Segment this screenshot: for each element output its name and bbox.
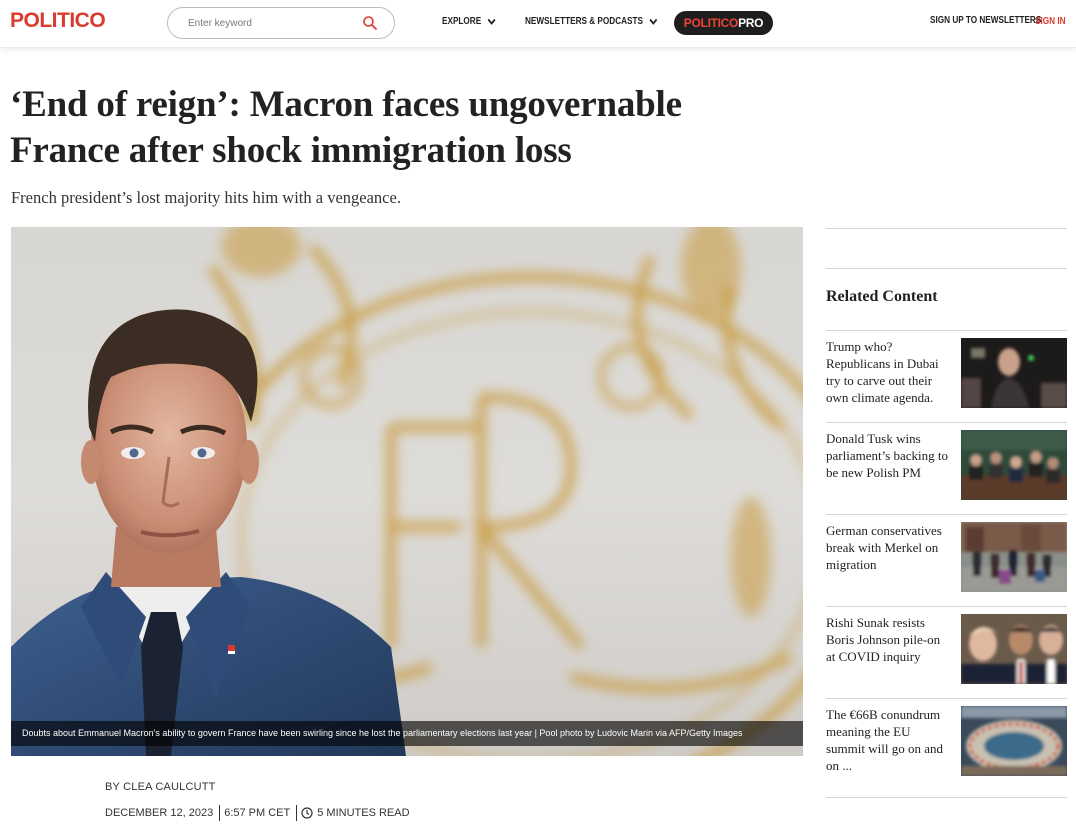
clock-icon [301,807,313,819]
pro-label-pro: PRO [738,16,764,30]
sign-in-link[interactable]: SIGN IN [1035,16,1066,27]
nav-newsletters-podcasts[interactable]: NEWSLETTERS & PODCASTS [525,16,658,27]
publish-time: 6:57 PM CET [224,807,291,819]
sidebar-divider [826,268,1067,269]
article-headline: ‘End of reign’: Macron faces ungovernabl… [10,84,682,171]
author-byline[interactable]: BY CLEA CAULCUTT [105,781,216,793]
related-item-thumbnail[interactable] [961,338,1067,408]
nav-newsletters-label: NEWSLETTERS & PODCASTS [525,16,644,27]
search-box[interactable] [167,7,395,39]
read-time: 5 MINUTES READ [317,807,410,819]
related-item-title[interactable]: Rishi Sunak resists Boris Johnson pile-o… [826,614,952,665]
related-item-thumbnail[interactable] [961,522,1067,592]
politico-pro-button[interactable]: POLITICO PRO [674,11,773,35]
related-item-title[interactable]: The €66B conundrum meaning the EU summit… [826,706,952,774]
pro-label-politico: POLITICO [683,16,739,30]
related-item-title[interactable]: Donald Tusk wins parliament’s backing to… [826,430,952,481]
chevron-down-icon [649,18,658,25]
related-item[interactable]: German conservatives break with Merkel o… [826,514,1067,606]
chevron-down-icon [487,18,496,25]
related-item[interactable]: The €66B conundrum meaning the EU summit… [826,698,1067,790]
related-item[interactable]: Trump who? Republicans in Dubai try to c… [826,330,1067,422]
publish-date: DECEMBER 12, 2023 [105,807,214,819]
related-item-thumbnail[interactable] [961,706,1067,776]
sidebar-divider [826,228,1067,229]
meta-divider [219,805,221,821]
related-content-heading: Related Content [826,288,938,305]
site-header: POLITICO EXPLORE NEWSLETTERS & PODCASTS … [0,0,1076,48]
politico-logo[interactable]: POLITICO [10,9,106,33]
article-meta: DECEMBER 12, 2023 6:57 PM CET 5 MINUTES … [105,804,410,822]
meta-divider [296,805,298,821]
hero-image: Doubts about Emmanuel Macron’s ability t… [11,227,803,756]
nav-explore-label: EXPLORE [442,16,482,27]
related-item-thumbnail[interactable] [961,430,1067,500]
article-dek: French president’s lost majority hits hi… [11,188,401,207]
search-icon[interactable] [362,15,378,31]
related-item-thumbnail[interactable] [961,614,1067,684]
hero-photo [11,227,803,756]
search-input[interactable] [188,15,358,31]
related-item[interactable]: Rishi Sunak resists Boris Johnson pile-o… [826,606,1067,698]
related-item[interactable]: Donald Tusk wins parliament’s backing to… [826,422,1067,514]
sidebar-divider [826,797,1067,798]
image-caption: Doubts about Emmanuel Macron’s ability t… [11,721,803,746]
nav-explore[interactable]: EXPLORE [442,16,496,27]
signup-newsletters-link[interactable]: SIGN UP TO NEWSLETTERS [930,15,1041,26]
related-item-title[interactable]: Trump who? Republicans in Dubai try to c… [826,338,952,406]
related-item-title[interactable]: German conservatives break with Merkel o… [826,522,952,573]
